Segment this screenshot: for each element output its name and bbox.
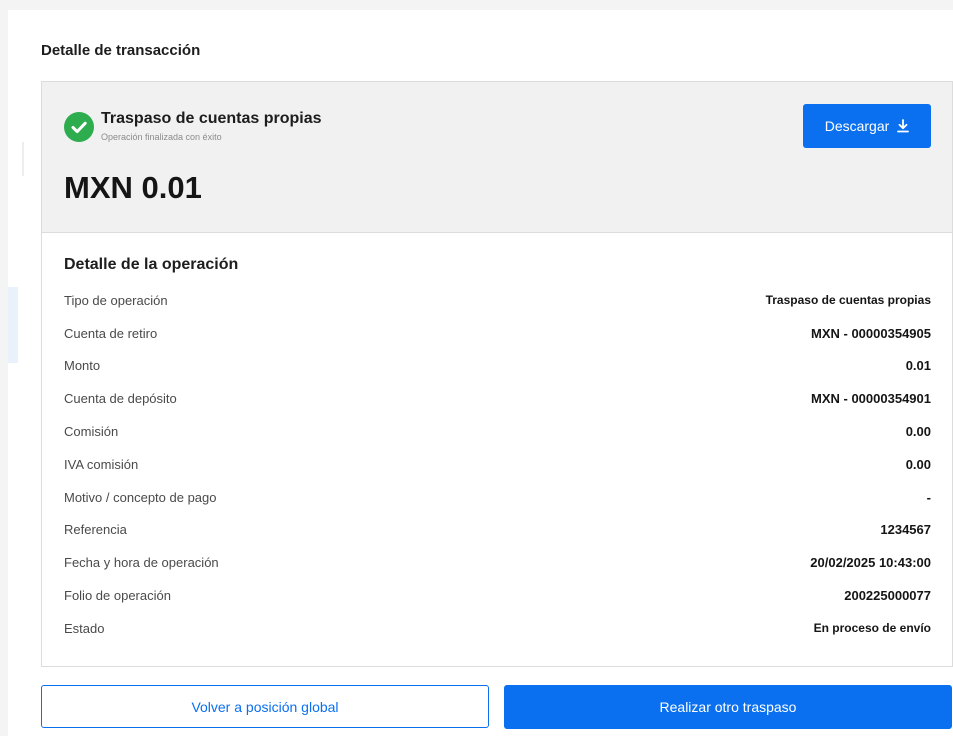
detail-label: Referencia (64, 522, 127, 538)
detail-value: 0.00 (905, 456, 931, 472)
details-list: Tipo de operación Traspaso de cuentas pr… (64, 284, 931, 645)
detail-value: 1234567 (880, 522, 931, 538)
detail-row-vat-commission: IVA comisión 0.00 (64, 448, 931, 481)
new-transfer-button[interactable]: Realizar otro traspaso (504, 685, 952, 729)
detail-value: 0.01 (905, 358, 931, 374)
detail-label: Cuenta de depósito (64, 391, 177, 407)
download-button-label: Descargar (824, 118, 890, 134)
detail-row-deposit-account: Cuenta de depósito MXN - 00000354901 (64, 382, 931, 415)
detail-value: - (926, 489, 931, 505)
detail-label: Comisión (64, 424, 119, 440)
download-button[interactable]: Descargar (803, 104, 931, 148)
detail-row-folio: Folio de operación 200225000077 (64, 579, 931, 612)
detail-label: Estado (64, 620, 105, 636)
transaction-type-title: Traspaso de cuentas propias (101, 110, 322, 127)
detail-row-commission: Comisión 0.00 (64, 415, 931, 448)
detail-row-status: Estado En proceso de envío (64, 612, 931, 645)
detail-label: IVA comisión (64, 456, 139, 472)
detail-row-payment-concept: Motivo / concepto de pago - (64, 481, 931, 514)
detail-value: Traspaso de cuentas propias (765, 293, 931, 308)
detail-row-reference: Referencia 1234567 (64, 514, 931, 547)
detail-row-withdrawal-account: Cuenta de retiro MXN - 00000354905 (64, 317, 931, 350)
back-to-global-position-button[interactable]: Volver a posición global (41, 685, 489, 728)
details-section-title: Detalle de la operación (64, 256, 239, 273)
left-divider (22, 142, 24, 176)
detail-label: Folio de operación (64, 588, 171, 604)
transaction-status-subtitle: Operación finalizada con éxito (101, 132, 222, 142)
detail-value: 20/02/2025 10:43:00 (810, 555, 931, 571)
detail-label: Motivo / concepto de pago (64, 489, 217, 505)
transaction-summary: Traspaso de cuentas propias Operación fi… (42, 82, 952, 233)
detail-value: MXN - 00000354905 (811, 325, 931, 341)
download-icon (897, 119, 910, 133)
detail-label: Tipo de operación (64, 292, 168, 308)
left-nav-highlight (8, 287, 18, 363)
detail-value: 200225000077 (844, 588, 931, 604)
check-circle-icon (64, 112, 94, 142)
detail-value: MXN - 00000354901 (811, 391, 931, 407)
transaction-amount: MXN 0.01 (64, 170, 202, 205)
detail-value: En proceso de envío (813, 621, 931, 636)
detail-label: Fecha y hora de operación (64, 555, 219, 571)
detail-row-datetime: Fecha y hora de operación 20/02/2025 10:… (64, 546, 931, 579)
transaction-card: Traspaso de cuentas propias Operación fi… (41, 81, 953, 667)
detail-value: 0.00 (905, 424, 931, 440)
detail-row-amount: Monto 0.01 (64, 350, 931, 383)
detail-label: Monto (64, 358, 101, 374)
detail-label: Cuenta de retiro (64, 325, 158, 341)
detail-row-operation-type: Tipo de operación Traspaso de cuentas pr… (64, 284, 931, 317)
page-title: Detalle de transacción (41, 42, 201, 59)
